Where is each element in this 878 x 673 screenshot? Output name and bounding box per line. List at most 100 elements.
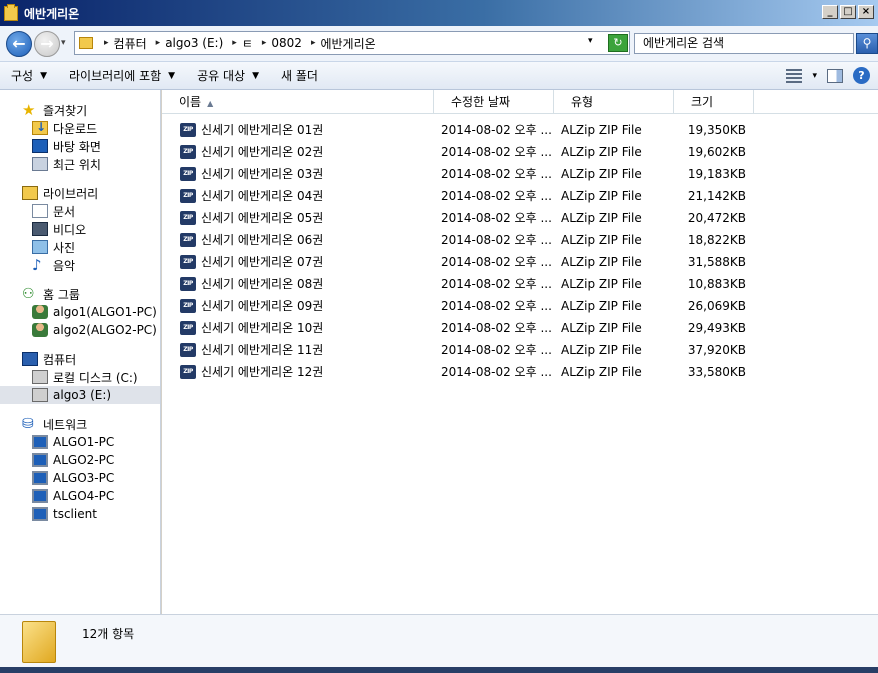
nav-group-header[interactable]: ⛁ 네트워크 — [0, 415, 160, 433]
toolbar-button-4[interactable]: 새 폴더 — [270, 67, 329, 84]
file-type: ALZip ZIP File — [561, 145, 642, 159]
nav-group-label: 홈 그룹 — [43, 287, 80, 302]
recent-pages-dropdown[interactable]: ▾ — [61, 38, 66, 48]
file-type: ALZip ZIP File — [561, 365, 642, 379]
column-header-type[interactable]: 유형 — [554, 90, 674, 114]
file-name: 신세기 에반게리온 10권 — [201, 321, 324, 335]
nav-item[interactable]: ALGO4-PC — [0, 487, 160, 505]
address-bar-area: ← → ▾ ▸ 컴퓨터 ▸ algo3 (E:) ▸ ㅌ ▸ 0802 ▸ 에반게리온 ▾ ↻ 에… — [0, 26, 878, 62]
title-bar[interactable]: 에반게리온 _ □ × — [0, 0, 878, 26]
refresh-button[interactable]: ↻ — [608, 34, 628, 52]
file-row[interactable]: ZIP 신세기 에반게리온 10권 2014-08-02 오후 ... ALZip Z… — [162, 317, 878, 339]
column-header-size[interactable]: 크기 — [674, 90, 754, 114]
file-row[interactable]: ZIP 신세기 에반게리온 11권 2014-08-02 오후 ... ALZip Z… — [162, 339, 878, 361]
back-button[interactable]: ← — [6, 31, 32, 57]
nav-item-label: 바탕 화면 — [53, 139, 101, 154]
chevron-right-icon[interactable]: ▸ — [311, 38, 316, 48]
nav-item[interactable]: algo3 (E:) — [0, 386, 160, 404]
nav-item[interactable]: algo2(ALGO2-PC) — [0, 321, 160, 339]
search-button[interactable]: ⚲ — [856, 33, 878, 54]
nav-item[interactable]: 최근 위치 — [0, 155, 160, 173]
file-modified: 2014-08-02 오후 ... — [441, 233, 552, 247]
network-pc-icon — [32, 435, 48, 449]
column-header-name[interactable]: 이름 ▲ — [162, 90, 434, 114]
chevron-down-icon: ▼ — [252, 70, 259, 81]
zip-file-icon: ZIP — [180, 123, 196, 137]
change-view-icon[interactable] — [786, 68, 803, 83]
nav-item-label: ALGO2-PC — [53, 453, 115, 467]
videos-icon — [32, 222, 48, 236]
file-row[interactable]: ZIP 신세기 에반게리온 06권 2014-08-02 오후 ... ALZip Z… — [162, 229, 878, 251]
zip-file-icon: ZIP — [180, 299, 196, 313]
breadcrumb-item[interactable]: ▸ 컴퓨터 — [99, 35, 147, 52]
chevron-right-icon[interactable]: ▸ — [104, 38, 109, 48]
nav-group-header[interactable]: ⚇ 홈 그룹 — [0, 285, 160, 303]
file-row[interactable]: ZIP 신세기 에반게리온 07권 2014-08-02 오후 ... ALZip Z… — [162, 251, 878, 273]
nav-item[interactable]: ALGO2-PC — [0, 451, 160, 469]
view-options-dropdown[interactable]: ▾ — [812, 71, 817, 81]
nav-item[interactable]: ALGO1-PC — [0, 433, 160, 451]
nav-group-header[interactable]: 컴퓨터 — [0, 350, 160, 368]
network-pc-icon — [32, 471, 48, 485]
chevron-down-icon: ▼ — [40, 70, 48, 81]
breadcrumb-item[interactable]: ▸ ㅌ — [227, 35, 253, 52]
sort-ascending-icon: ▲ — [207, 99, 214, 108]
desktop-icon — [32, 139, 48, 153]
file-name: 신세기 에반게리온 02권 — [201, 145, 324, 159]
command-bar: 구성 ▼ 라이브러리에 포함 ▼ 공유 대상 ▼ 새 폴더 ▾ ? — [0, 62, 878, 90]
details-pane: 12개 항목 — [0, 614, 878, 667]
nav-item[interactable]: 로컬 디스크 (C:) — [0, 368, 160, 386]
nav-group-header[interactable]: ★ 즐겨찾기 — [0, 101, 160, 119]
breadcrumb-item[interactable]: ▸ algo3 (E:) — [151, 36, 224, 50]
file-row[interactable]: ZIP 신세기 에반게리온 05권 2014-08-02 오후 ... ALZip Z… — [162, 207, 878, 229]
file-type: ALZip ZIP File — [561, 167, 642, 181]
file-row[interactable]: ZIP 신세기 에반게리온 12권 2014-08-02 오후 ... ALZip Z… — [162, 361, 878, 383]
file-modified: 2014-08-02 오후 ... — [441, 211, 552, 225]
file-size: 18,822KB — [687, 233, 746, 247]
close-button[interactable]: × — [858, 5, 874, 19]
breadcrumb-label: 컴퓨터 — [113, 36, 147, 51]
zip-file-icon: ZIP — [180, 277, 196, 291]
forward-button[interactable]: → — [34, 31, 60, 57]
file-row[interactable]: ZIP 신세기 에반게리온 02권 2014-08-02 오후 ... ALZip Z… — [162, 141, 878, 163]
chevron-right-icon[interactable]: ▸ — [232, 38, 237, 48]
file-row[interactable]: ZIP 신세기 에반게리온 04권 2014-08-02 오후 ... ALZip Z… — [162, 185, 878, 207]
nav-item[interactable]: ALGO3-PC — [0, 469, 160, 487]
nav-item[interactable]: 사진 — [0, 238, 160, 256]
file-type: ALZip ZIP File — [561, 123, 642, 137]
breadcrumb-item[interactable]: ▸ 에반게리온 — [306, 35, 376, 52]
help-button[interactable]: ? — [853, 67, 870, 84]
nav-item[interactable]: algo1(ALGO1-PC) — [0, 303, 160, 321]
zip-file-icon: ZIP — [180, 233, 196, 247]
search-input[interactable]: 에반게리온 검색 — [634, 33, 854, 54]
toolbar-button-2[interactable]: 라이브러리에 포함 ▼ — [58, 67, 186, 84]
nav-item[interactable]: tsclient — [0, 505, 160, 523]
nav-item[interactable]: 문서 — [0, 202, 160, 220]
network-pc-icon — [32, 489, 48, 503]
folder-icon — [79, 37, 93, 49]
file-row[interactable]: ZIP 신세기 에반게리온 09권 2014-08-02 오후 ... ALZip Z… — [162, 295, 878, 317]
minimize-button[interactable]: _ — [822, 5, 838, 19]
file-row[interactable]: ZIP 신세기 에반게리온 08권 2014-08-02 오후 ... ALZip Z… — [162, 273, 878, 295]
column-header-modified[interactable]: 수정한 날짜 — [434, 90, 554, 114]
chevron-right-icon[interactable]: ▸ — [156, 38, 161, 48]
maximize-button[interactable]: □ — [840, 5, 856, 19]
nav-group-header[interactable]: 라이브러리 — [0, 184, 160, 202]
nav-group-label: 네트워크 — [43, 417, 88, 432]
nav-item[interactable]: 바탕 화면 — [0, 137, 160, 155]
address-bar[interactable]: ▸ 컴퓨터 ▸ algo3 (E:) ▸ ㅌ ▸ 0802 ▸ 에반게리온 — [74, 31, 630, 55]
address-history-dropdown[interactable]: ▾ — [588, 36, 593, 46]
nav-item[interactable]: ♪ 음악 — [0, 256, 160, 274]
file-size: 10,883KB — [687, 277, 746, 291]
file-row[interactable]: ZIP 신세기 에반게리온 01권 2014-08-02 오후 ... ALZip Z… — [162, 119, 878, 141]
toolbar-button-3[interactable]: 공유 대상 ▼ — [186, 67, 270, 84]
chevron-right-icon[interactable]: ▸ — [262, 38, 267, 48]
music-icon: ♪ — [32, 256, 42, 274]
file-row[interactable]: ZIP 신세기 에반게리온 03권 2014-08-02 오후 ... ALZip Z… — [162, 163, 878, 185]
breadcrumb-item[interactable]: ▸ 0802 — [257, 36, 302, 50]
nav-item[interactable]: 다운로드 — [0, 119, 160, 137]
toolbar-button-1[interactable]: 구성 ▼ — [0, 67, 58, 84]
preview-pane-icon[interactable] — [827, 68, 843, 83]
nav-item[interactable]: 비디오 — [0, 220, 160, 238]
file-name: 신세기 에반게리온 04권 — [201, 189, 324, 203]
